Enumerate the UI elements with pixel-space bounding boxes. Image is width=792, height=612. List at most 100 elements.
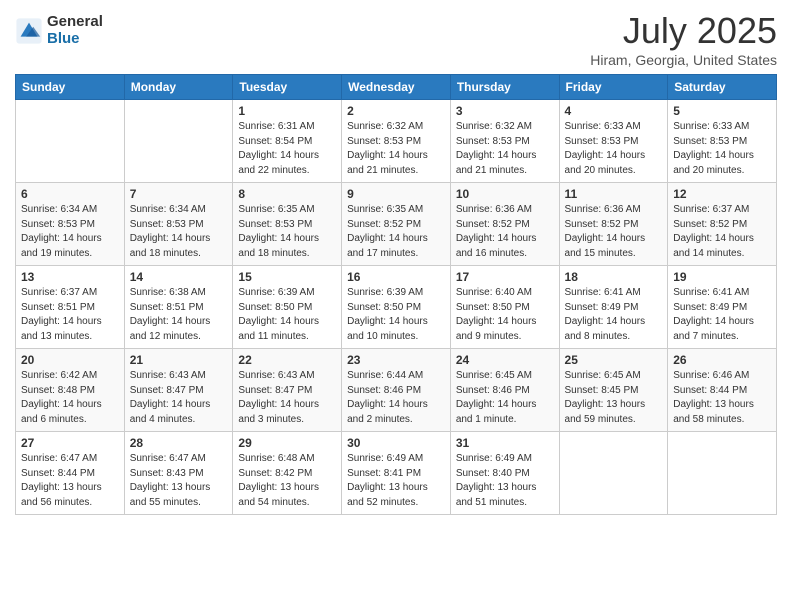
day-number: 30 (347, 436, 445, 450)
day-info: Sunrise: 6:47 AMSunset: 8:43 PMDaylight:… (130, 452, 228, 510)
day-number: 12 (673, 187, 771, 201)
location-title: Hiram, Georgia, United States (590, 52, 777, 68)
day-number: 6 (21, 187, 119, 201)
day-number: 29 (238, 436, 336, 450)
day-number: 14 (130, 270, 228, 284)
day-info: Sunrise: 6:34 AMSunset: 8:53 PMDaylight:… (21, 203, 119, 261)
calendar-cell: 25 Sunrise: 6:45 AMSunset: 8:45 PMDayligh… (559, 349, 668, 432)
day-number: 9 (347, 187, 445, 201)
day-number: 28 (130, 436, 228, 450)
day-number: 23 (347, 353, 445, 367)
day-number: 5 (673, 104, 771, 118)
logo-general: General (47, 14, 103, 31)
calendar-cell: 22 Sunrise: 6:43 AMSunset: 8:47 PMDayligh… (233, 349, 342, 432)
day-info: Sunrise: 6:41 AMSunset: 8:49 PMDaylight:… (673, 286, 771, 344)
weekday-header-sunday: Sunday (16, 75, 125, 100)
weekday-header-monday: Monday (124, 75, 233, 100)
calendar-week-4: 20 Sunrise: 6:42 AMSunset: 8:48 PMDayligh… (16, 349, 777, 432)
calendar-cell: 24Sunrise: 6:45 AMSunset: 8:46 PMDayligh… (450, 349, 559, 432)
day-info: Sunrise: 6:46 AMSunset: 8:44 PMDaylight:… (673, 369, 771, 427)
calendar-week-3: 13Sunrise: 6:37 AMSunset: 8:51 PMDayligh… (16, 266, 777, 349)
calendar-cell: 23 Sunrise: 6:44 AMSunset: 8:46 PMDayligh… (342, 349, 451, 432)
day-info: Sunrise: 6:45 AMSunset: 8:46 PMDaylight:… (456, 369, 554, 427)
weekday-header-wednesday: Wednesday (342, 75, 451, 100)
calendar-cell: 16 Sunrise: 6:39 AMSunset: 8:50 PMDayligh… (342, 266, 451, 349)
weekday-header-friday: Friday (559, 75, 668, 100)
day-info: Sunrise: 6:49 AMSunset: 8:41 PMDaylight:… (347, 452, 445, 510)
day-info: Sunrise: 6:36 AMSunset: 8:52 PMDaylight:… (456, 203, 554, 261)
logo-blue: Blue (47, 31, 103, 48)
day-info: Sunrise: 6:35 AMSunset: 8:52 PMDaylight:… (347, 203, 445, 261)
logo: General Blue (15, 14, 103, 47)
calendar-cell: 31 Sunrise: 6:49 AMSunset: 8:40 PMDayligh… (450, 432, 559, 515)
day-info: Sunrise: 6:49 AMSunset: 8:40 PMDaylight:… (456, 452, 554, 510)
day-info: Sunrise: 6:43 AMSunset: 8:47 PMDaylight:… (130, 369, 228, 427)
calendar-cell: 10 Sunrise: 6:36 AMSunset: 8:52 PMDayligh… (450, 183, 559, 266)
calendar-cell: 4Sunrise: 6:33 AMSunset: 8:53 PMDaylight… (559, 100, 668, 183)
calendar-week-5: 27 Sunrise: 6:47 AMSunset: 8:44 PMDayligh… (16, 432, 777, 515)
calendar-cell: 14 Sunrise: 6:38 AMSunset: 8:51 PMDayligh… (124, 266, 233, 349)
day-number: 3 (456, 104, 554, 118)
weekday-header-saturday: Saturday (668, 75, 777, 100)
day-number: 13 (21, 270, 119, 284)
calendar-cell (124, 100, 233, 183)
day-info: Sunrise: 6:45 AMSunset: 8:45 PMDaylight:… (565, 369, 663, 427)
weekday-header-tuesday: Tuesday (233, 75, 342, 100)
day-number: 25 (565, 353, 663, 367)
day-number: 20 (21, 353, 119, 367)
day-info: Sunrise: 6:48 AMSunset: 8:42 PMDaylight:… (238, 452, 336, 510)
day-info: Sunrise: 6:39 AMSunset: 8:50 PMDaylight:… (347, 286, 445, 344)
day-number: 26 (673, 353, 771, 367)
day-info: Sunrise: 6:33 AMSunset: 8:53 PMDaylight:… (673, 120, 771, 178)
day-info: Sunrise: 6:44 AMSunset: 8:46 PMDaylight:… (347, 369, 445, 427)
day-info: Sunrise: 6:32 AMSunset: 8:53 PMDaylight:… (456, 120, 554, 178)
day-info: Sunrise: 6:42 AMSunset: 8:48 PMDaylight:… (21, 369, 119, 427)
day-number: 31 (456, 436, 554, 450)
header-row: General Blue July 2025 Hiram, Georgia, U… (15, 10, 777, 68)
calendar-cell: 21 Sunrise: 6:43 AMSunset: 8:47 PMDayligh… (124, 349, 233, 432)
calendar-cell: 12Sunrise: 6:37 AMSunset: 8:52 PMDayligh… (668, 183, 777, 266)
calendar-cell: 15Sunrise: 6:39 AMSunset: 8:50 PMDayligh… (233, 266, 342, 349)
day-info: Sunrise: 6:34 AMSunset: 8:53 PMDaylight:… (130, 203, 228, 261)
day-info: Sunrise: 6:43 AMSunset: 8:47 PMDaylight:… (238, 369, 336, 427)
calendar-cell: 18Sunrise: 6:41 AMSunset: 8:49 PMDayligh… (559, 266, 668, 349)
day-info: Sunrise: 6:36 AMSunset: 8:52 PMDaylight:… (565, 203, 663, 261)
day-number: 22 (238, 353, 336, 367)
calendar-cell: 9 Sunrise: 6:35 AMSunset: 8:52 PMDaylight… (342, 183, 451, 266)
calendar-cell: 5 Sunrise: 6:33 AMSunset: 8:53 PMDaylight… (668, 100, 777, 183)
calendar-cell: 20 Sunrise: 6:42 AMSunset: 8:48 PMDayligh… (16, 349, 125, 432)
calendar-cell: 8 Sunrise: 6:35 AMSunset: 8:53 PMDaylight… (233, 183, 342, 266)
weekday-header-thursday: Thursday (450, 75, 559, 100)
logo-text: General Blue (47, 14, 103, 47)
day-number: 19 (673, 270, 771, 284)
page-container: General Blue July 2025 Hiram, Georgia, U… (0, 0, 792, 525)
calendar-cell: 13Sunrise: 6:37 AMSunset: 8:51 PMDayligh… (16, 266, 125, 349)
calendar-cell: 30 Sunrise: 6:49 AMSunset: 8:41 PMDayligh… (342, 432, 451, 515)
calendar-cell: 7Sunrise: 6:34 AMSunset: 8:53 PMDaylight… (124, 183, 233, 266)
day-number: 11 (565, 187, 663, 201)
day-info: Sunrise: 6:32 AMSunset: 8:53 PMDaylight:… (347, 120, 445, 178)
day-info: Sunrise: 6:41 AMSunset: 8:49 PMDaylight:… (565, 286, 663, 344)
calendar-cell: 11 Sunrise: 6:36 AMSunset: 8:52 PMDayligh… (559, 183, 668, 266)
calendar-cell: 28 Sunrise: 6:47 AMSunset: 8:43 PMDayligh… (124, 432, 233, 515)
day-number: 10 (456, 187, 554, 201)
day-number: 1 (238, 104, 336, 118)
calendar-cell: 27 Sunrise: 6:47 AMSunset: 8:44 PMDayligh… (16, 432, 125, 515)
logo-icon (15, 17, 43, 45)
calendar-cell (668, 432, 777, 515)
day-number: 16 (347, 270, 445, 284)
day-number: 4 (565, 104, 663, 118)
day-info: Sunrise: 6:35 AMSunset: 8:53 PMDaylight:… (238, 203, 336, 261)
day-number: 27 (21, 436, 119, 450)
day-info: Sunrise: 6:47 AMSunset: 8:44 PMDaylight:… (21, 452, 119, 510)
day-info: Sunrise: 6:38 AMSunset: 8:51 PMDaylight:… (130, 286, 228, 344)
day-number: 8 (238, 187, 336, 201)
calendar-cell: 1Sunrise: 6:31 AMSunset: 8:54 PMDaylight… (233, 100, 342, 183)
calendar-week-1: 1Sunrise: 6:31 AMSunset: 8:54 PMDaylight… (16, 100, 777, 183)
day-number: 17 (456, 270, 554, 284)
day-number: 15 (238, 270, 336, 284)
calendar-cell: 26 Sunrise: 6:46 AMSunset: 8:44 PMDayligh… (668, 349, 777, 432)
title-section: July 2025 Hiram, Georgia, United States (590, 10, 777, 68)
day-number: 21 (130, 353, 228, 367)
calendar-cell: 6 Sunrise: 6:34 AMSunset: 8:53 PMDaylight… (16, 183, 125, 266)
